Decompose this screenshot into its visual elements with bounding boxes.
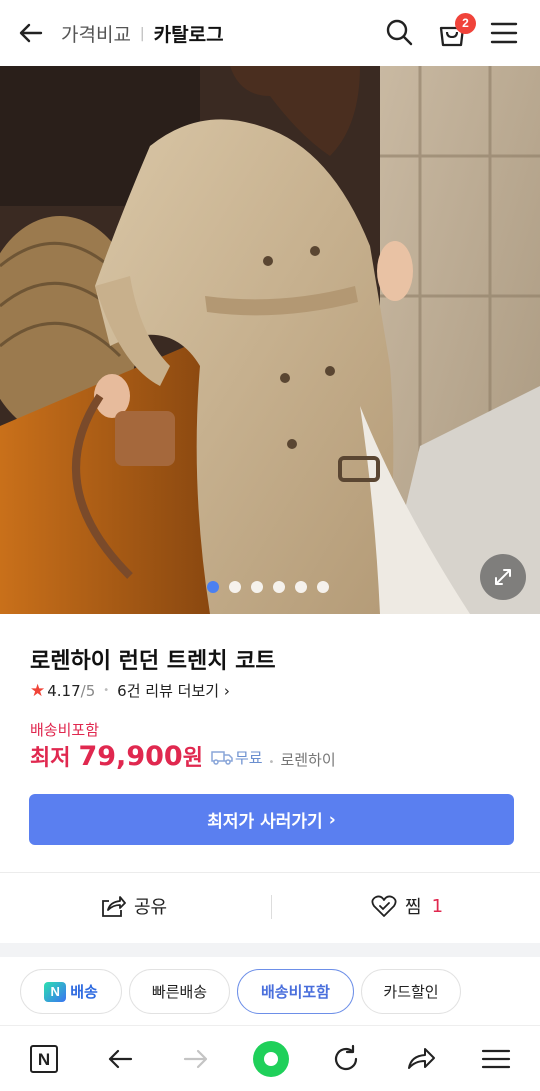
share-label: 공유 (134, 897, 168, 918)
chip-label: 빠른배송 (151, 983, 208, 1001)
price-prefix: 최저 (30, 746, 71, 771)
pagination-dot[interactable] (229, 581, 241, 593)
section-divider (0, 943, 540, 957)
pagination-dot[interactable] (317, 581, 329, 593)
back-arrow-icon (108, 1049, 133, 1069)
buy-button-label: 최저가 사러가기 (207, 812, 323, 832)
pagination-dot-active[interactable] (207, 581, 219, 593)
rating-row: ★ 4.17 /5 • 6건 리뷰 더보기 › (30, 680, 230, 701)
shipping-included-label: 배송비포함 (30, 721, 100, 739)
hamburger-menu-icon[interactable] (490, 20, 518, 46)
star-icon: ★ (30, 680, 46, 701)
truck-icon (211, 751, 233, 765)
pagination-dot[interactable] (295, 581, 307, 593)
pagination-dot[interactable] (273, 581, 285, 593)
pagination-dot[interactable] (251, 581, 263, 593)
filter-chip-fast-delivery[interactable]: 빠른배송 (129, 969, 230, 1014)
review-link-label: 6건 리뷰 더보기 (117, 682, 220, 700)
naver-n-letter: N (38, 1050, 50, 1069)
product-title: 로렌하이 런던 트렌치 코트 (30, 649, 276, 674)
n-delivery-logo-icon: N (44, 981, 67, 1002)
share-icon (102, 896, 126, 917)
naver-home-button[interactable]: N (26, 1041, 62, 1077)
heart-check-icon (371, 895, 397, 917)
share-button[interactable]: 공유 (100, 893, 167, 919)
header-title: 가격비교 | 카탈로그 (61, 20, 224, 47)
header-separator: | (139, 25, 145, 42)
product-photo (0, 66, 540, 614)
search-icon[interactable] (384, 17, 414, 47)
app-header: 가격비교 | 카탈로그 2 (0, 0, 540, 66)
header-subtitle[interactable]: 가격비교 (61, 20, 131, 47)
expand-image-button[interactable] (480, 554, 526, 600)
green-dot-button[interactable] (252, 1040, 290, 1078)
price-row: 최저 79,900 원 무료 • 로렌하이 (30, 740, 336, 772)
product-image-gallery[interactable] (0, 66, 540, 614)
price-value: 79,900 (78, 741, 183, 772)
browser-bottom-nav: N (0, 1025, 540, 1091)
back-arrow-icon[interactable] (16, 18, 46, 48)
share-page-button[interactable] (403, 1041, 439, 1077)
refresh-icon (334, 1044, 358, 1071)
action-separator (271, 895, 272, 919)
chevron-right-icon: › (219, 682, 230, 700)
rating-value: 4.17 (47, 681, 81, 700)
separator-dot: • (103, 685, 110, 696)
green-dot-icon (253, 1041, 289, 1077)
filter-chip-shipping-included[interactable]: 배송비포함 (237, 969, 354, 1014)
share-arrow-icon (408, 1048, 435, 1069)
rating-max: /5 (80, 681, 96, 700)
forward-arrow-icon (183, 1049, 208, 1069)
page-title: 카탈로그 (153, 24, 224, 46)
chip-label: 배송비포함 (260, 983, 330, 1001)
expand-icon (495, 569, 511, 585)
action-row: 공유 찜 1 (0, 873, 540, 943)
cart-count-badge: 2 (455, 13, 476, 34)
seller-name[interactable]: 로렌하이 (280, 749, 335, 770)
gallery-pagination (207, 581, 329, 593)
chevron-right-icon: › (328, 809, 336, 830)
browser-back-button[interactable] (102, 1041, 138, 1077)
browser-menu-button[interactable] (478, 1041, 514, 1077)
refresh-button[interactable] (328, 1041, 364, 1077)
filter-chip-card-discount[interactable]: 카드할인 (361, 969, 461, 1014)
free-shipping: 무료 (211, 747, 263, 768)
free-shipping-label: 무료 (234, 748, 263, 767)
hamburger-menu-icon (481, 1049, 511, 1069)
filter-chip-n-delivery[interactable]: N 배송 (20, 969, 122, 1014)
naver-n-icon: N (30, 1045, 58, 1073)
like-count: 1 (431, 895, 444, 917)
review-link[interactable]: 6건 리뷰 더보기 › (117, 680, 230, 701)
like-button[interactable]: 찜 1 (371, 893, 443, 919)
separator-dot: • (268, 757, 275, 768)
like-label: 찜 (405, 897, 422, 918)
chip-label: 배송 (70, 983, 98, 1001)
chip-label: 카드할인 (383, 983, 439, 1001)
price-unit: 원 (182, 746, 203, 771)
lowest-price-buy-button[interactable]: 최저가 사러가기 › (29, 794, 514, 845)
filter-chips: N 배송 빠른배송 배송비포함 카드할인 (20, 969, 461, 1014)
browser-forward-button[interactable] (178, 1041, 214, 1077)
